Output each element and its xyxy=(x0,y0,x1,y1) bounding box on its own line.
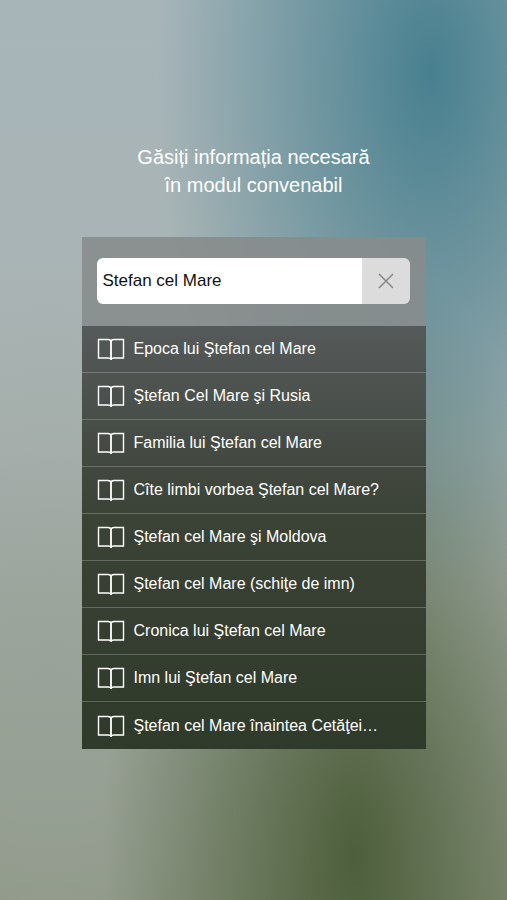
result-title: Ştefan cel Mare şi Moldova xyxy=(134,528,327,546)
book-icon xyxy=(97,477,125,503)
result-row[interactable]: Cîte limbi vorbea Ştefan cel Mare? xyxy=(82,467,426,514)
app-screen: Găsiți informația necesarăîn modul conve… xyxy=(0,0,507,900)
search-panel: Stefan cel Mare Epoca lui Ştefan cel Mare… xyxy=(82,237,426,749)
result-title: Epoca lui Ştefan cel Mare xyxy=(134,340,316,358)
result-title: Ştefan cel Mare înaintea Cetăţei… xyxy=(134,717,379,735)
book-icon xyxy=(97,713,125,739)
clear-button[interactable] xyxy=(362,258,410,304)
book-icon xyxy=(97,571,125,597)
book-icon xyxy=(97,430,125,456)
result-row[interactable]: Imn lui Ştefan cel Mare xyxy=(82,655,426,702)
book-icon xyxy=(97,665,125,691)
book-icon xyxy=(97,383,125,409)
result-row[interactable]: Ştefan Cel Mare şi Rusia xyxy=(82,373,426,420)
result-row[interactable]: Cronica lui Ştefan cel Mare xyxy=(82,608,426,655)
result-row[interactable]: Epoca lui Ştefan cel Mare xyxy=(82,326,426,373)
result-row[interactable]: Ştefan cel Mare (schiţe de imn) xyxy=(82,561,426,608)
book-icon xyxy=(97,618,125,644)
result-title: Ştefan Cel Mare şi Rusia xyxy=(134,387,311,405)
book-icon xyxy=(97,336,125,362)
result-title: Imn lui Ştefan cel Mare xyxy=(134,669,298,687)
result-title: Familia lui Ştefan cel Mare xyxy=(134,434,323,452)
search-field[interactable]: Stefan cel Mare xyxy=(97,258,362,304)
close-icon xyxy=(377,272,395,290)
headline-line: în modul convenabil xyxy=(0,171,507,199)
headline: Găsiți informația necesarăîn modul conve… xyxy=(0,143,507,199)
result-title: Cronica lui Ştefan cel Mare xyxy=(134,622,326,640)
results-list: Epoca lui Ştefan cel Mare Ştefan Cel Mare… xyxy=(82,326,426,749)
result-title: Cîte limbi vorbea Ştefan cel Mare? xyxy=(134,481,379,499)
result-row[interactable]: Ştefan cel Mare înaintea Cetăţei… xyxy=(82,702,426,749)
result-row[interactable]: Ştefan cel Mare şi Moldova xyxy=(82,514,426,561)
result-title: Ştefan cel Mare (schiţe de imn) xyxy=(134,575,355,593)
book-icon xyxy=(97,524,125,550)
result-row[interactable]: Familia lui Ştefan cel Mare xyxy=(82,420,426,467)
search-value: Stefan cel Mare xyxy=(103,271,222,291)
search-bar: Stefan cel Mare xyxy=(82,237,426,326)
headline-line: Găsiți informația necesară xyxy=(0,143,507,171)
